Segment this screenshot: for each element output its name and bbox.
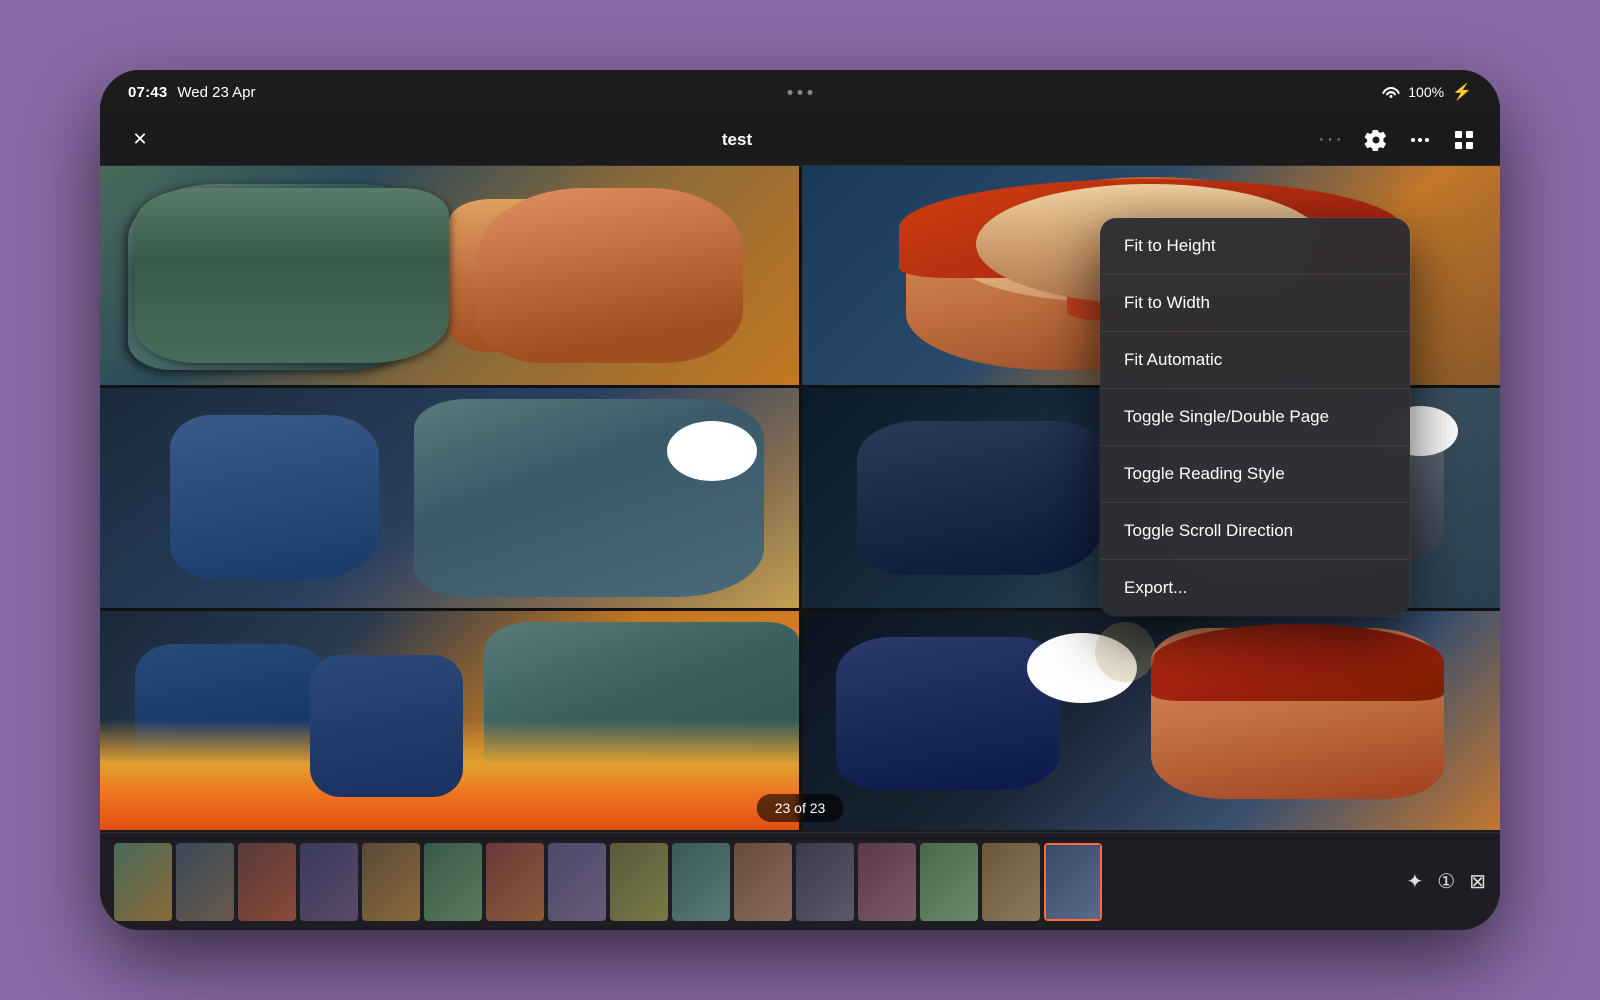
thumbnail-page-6[interactable] — [424, 843, 482, 921]
menu-item-toggle-single-double[interactable]: Toggle Single/Double Page — [1100, 389, 1410, 446]
status-right: 100% ⚡ — [1382, 82, 1472, 102]
wifi-icon — [1382, 84, 1400, 101]
tablet-frame: 07:43 Wed 23 Apr 100% ⚡ ✕ test — [100, 70, 1500, 930]
status-time: 07:43 — [128, 84, 167, 101]
thumbnail-page-12[interactable] — [796, 843, 854, 921]
menu-item-fit-automatic[interactable]: Fit Automatic — [1100, 332, 1410, 389]
panel-1-speech-bubble — [184, 244, 284, 309]
status-date: Wed 23 Apr — [177, 84, 255, 101]
nav-dots: ··· — [1318, 128, 1344, 151]
page-badge: 23 of 23 — [757, 794, 844, 822]
thumbnail-page-14[interactable] — [920, 843, 978, 921]
thumbnail-page-10[interactable] — [672, 843, 730, 921]
panel-3-speech-bubble — [667, 421, 757, 481]
panel-1-monster — [128, 184, 421, 370]
panel-1-girl — [477, 188, 742, 363]
dropdown-menu: Fit to HeightFit to WidthFit AutomaticTo… — [1100, 218, 1410, 616]
page-number: 23 of 23 — [775, 800, 826, 816]
close-thumb-button[interactable]: ⊠ — [1469, 869, 1486, 894]
thumbnail-page-4[interactable] — [300, 843, 358, 921]
nav-title: test — [722, 130, 752, 150]
page-number-button[interactable]: ① — [1437, 869, 1455, 894]
menu-item-export[interactable]: Export... — [1100, 560, 1410, 616]
menu-item-fit-width[interactable]: Fit to Width — [1100, 275, 1410, 332]
panel-4-char1 — [857, 421, 1101, 575]
comic-panel-1 — [100, 166, 799, 385]
battery-percent: 100% — [1408, 84, 1444, 100]
comic-panel-5 — [100, 611, 799, 830]
thumbnail-page-9[interactable] — [610, 843, 668, 921]
thumbnail-page-1[interactable] — [114, 843, 172, 921]
thumbnail-page-8[interactable] — [548, 843, 606, 921]
status-center-dots — [788, 90, 813, 95]
comic-panel-3 — [100, 388, 799, 607]
screen: 07:43 Wed 23 Apr 100% ⚡ ✕ test — [100, 70, 1500, 930]
nav-bar: ✕ test ··· — [100, 114, 1500, 166]
bookmark-button[interactable]: ✦ — [1407, 869, 1424, 894]
close-button[interactable]: ✕ — [124, 124, 156, 156]
nav-icons: ··· — [1318, 128, 1476, 152]
thumbnail-page-7[interactable] — [486, 843, 544, 921]
comic-panel-6 — [802, 611, 1501, 830]
thumbnail-page-16[interactable] — [1044, 843, 1102, 921]
thumbnail-page-3[interactable] — [238, 843, 296, 921]
thumbnail-page-15[interactable] — [982, 843, 1040, 921]
panel-3-hero — [170, 415, 380, 579]
thumbnail-strip: ✦ ① ⊠ — [100, 832, 1500, 930]
menu-item-toggle-scroll-direction[interactable]: Toggle Scroll Direction — [1100, 503, 1410, 560]
thumbnail-page-13[interactable] — [858, 843, 916, 921]
thumbnail-page-5[interactable] — [362, 843, 420, 921]
thumbnail-scroll[interactable] — [114, 843, 1391, 921]
thumbnail-page-11[interactable] — [734, 843, 792, 921]
settings-button[interactable] — [1364, 128, 1388, 152]
grid-view-button[interactable] — [1452, 128, 1476, 152]
menu-item-fit-height[interactable]: Fit to Height — [1100, 218, 1410, 275]
close-icon: ✕ — [132, 129, 147, 150]
thumbnail-actions: ✦ ① ⊠ — [1395, 869, 1486, 894]
more-options-button[interactable] — [1408, 128, 1432, 152]
battery-icon: ⚡ — [1452, 82, 1472, 102]
status-bar: 07:43 Wed 23 Apr 100% ⚡ — [100, 70, 1500, 114]
menu-item-toggle-reading-style[interactable]: Toggle Reading Style — [1100, 446, 1410, 503]
thumbnail-page-2[interactable] — [176, 843, 234, 921]
